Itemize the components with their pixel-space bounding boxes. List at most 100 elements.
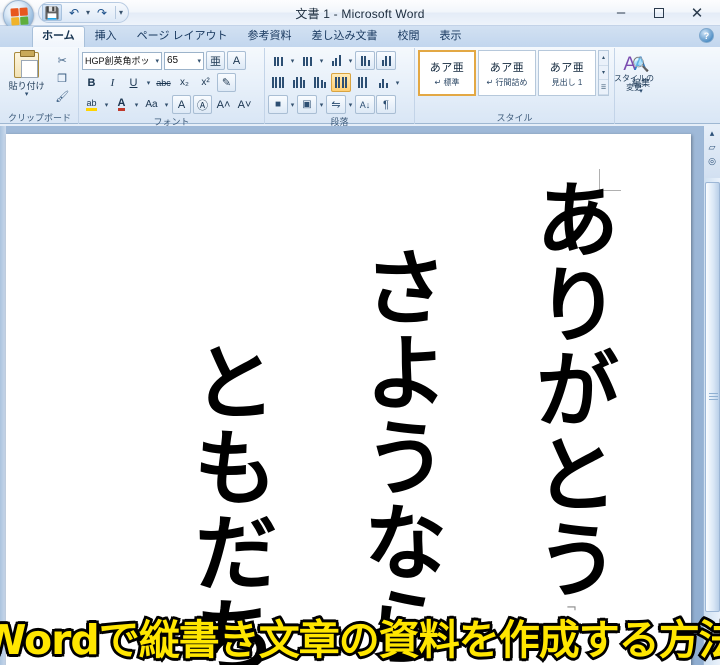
bullets-icon[interactable] bbox=[268, 51, 288, 70]
font-color-label: A bbox=[117, 96, 126, 111]
strikethrough-label: abc bbox=[156, 77, 171, 88]
document-page[interactable]: ありがとう¬ さようなら¬ ともだち¬ bbox=[6, 134, 691, 665]
style-name-heading1: 見出し 1 bbox=[551, 77, 583, 87]
shading-caret-icon[interactable]: ▾ bbox=[289, 101, 296, 109]
help-icon[interactable]: ? bbox=[699, 28, 714, 43]
tab-insert[interactable]: 挿入 bbox=[85, 26, 127, 47]
paste-icon bbox=[14, 50, 40, 78]
change-case-button[interactable]: Aa bbox=[142, 95, 161, 114]
change-case-caret-icon[interactable]: ▾ bbox=[163, 101, 170, 109]
paragraph-mark-1: ¬ bbox=[564, 601, 579, 616]
align-top-icon[interactable] bbox=[268, 73, 288, 92]
tab-page-layout[interactable]: ページ レイアウト bbox=[127, 26, 238, 47]
multilevel-list-icon[interactable] bbox=[326, 51, 346, 70]
text-direction-icon[interactable]: ⇋ bbox=[326, 95, 346, 114]
bold-button[interactable]: B bbox=[82, 73, 101, 92]
word-window: 💾 ↶ ▾ ↷ ▾ 文書 1 - Microsoft Word – ✕ ホーム … bbox=[0, 0, 720, 665]
style-item-normal[interactable]: あア亜 ↵ 標準 bbox=[418, 50, 476, 96]
caption-overlay: Wordで縦書き文章の資料を作成する方法 bbox=[0, 615, 720, 665]
multilevel-caret-icon[interactable]: ▾ bbox=[347, 57, 354, 65]
character-shading-icon[interactable]: ✎ bbox=[217, 73, 236, 92]
align-center-icon[interactable] bbox=[289, 73, 309, 92]
underline-caret-icon[interactable]: ▾ bbox=[145, 79, 152, 87]
ribbon-group-styles: あア亜 ↵ 標準 あア亜 ↵ 行間詰め あア亜 見出し 1 ▴ ▾ ☰ AA ス… bbox=[415, 48, 654, 124]
line-spacing-caret-icon[interactable]: ▾ bbox=[394, 79, 401, 87]
underline-label: U bbox=[129, 76, 138, 89]
text-direction-caret-icon[interactable]: ▾ bbox=[347, 101, 354, 109]
shading-icon[interactable]: ■ bbox=[268, 95, 288, 114]
align-bottom-icon[interactable] bbox=[310, 73, 330, 92]
editing-button[interactable]: 🔍 編集 ▾ bbox=[618, 50, 664, 95]
enclose-character-icon[interactable]: A bbox=[172, 95, 191, 114]
strikethrough-button[interactable]: abc bbox=[154, 73, 173, 92]
scrollbar-thumb[interactable] bbox=[705, 182, 720, 612]
font-row-1: HGP創英角ポッ ▾ 65 ▾ 亜 A bbox=[82, 50, 246, 71]
align-justify-icon[interactable] bbox=[331, 73, 351, 92]
font-color-caret-icon[interactable]: ▾ bbox=[133, 101, 140, 109]
borders-icon[interactable]: ▣ bbox=[297, 95, 317, 114]
paste-caret-icon[interactable]: ▾ bbox=[25, 91, 29, 98]
tab-home[interactable]: ホーム bbox=[32, 26, 85, 47]
font-name-combobox[interactable]: HGP創英角ポッ ▾ bbox=[82, 51, 162, 70]
tab-review[interactable]: 校閲 bbox=[388, 26, 430, 47]
distribute-icon[interactable] bbox=[352, 73, 372, 92]
close-button[interactable]: ✕ bbox=[678, 1, 716, 25]
vertical-text-1: ありがとう bbox=[522, 176, 620, 601]
grow-font-icon[interactable]: A˄ bbox=[214, 95, 233, 114]
circled-character-icon[interactable]: Ⓐ bbox=[193, 95, 212, 114]
vertical-text-column-1[interactable]: ありがとう¬ bbox=[522, 176, 620, 616]
style-preview-no-spacing: あア亜 bbox=[489, 61, 525, 74]
tab-mailings[interactable]: 差し込み文書 bbox=[302, 26, 388, 47]
superscript-label: x² bbox=[201, 77, 210, 88]
shrink-font-icon[interactable]: A˅ bbox=[235, 95, 254, 114]
vertical-scrollbar[interactable]: ▴ ▱ ◎ bbox=[703, 126, 720, 665]
paste-button[interactable]: 貼り付け ▾ bbox=[4, 50, 49, 104]
styles-scroll-up-icon[interactable]: ▴ bbox=[599, 51, 608, 66]
superscript-button[interactable]: x² bbox=[196, 73, 215, 92]
styles-more-icon[interactable]: ☰ bbox=[599, 80, 608, 96]
style-item-no-spacing[interactable]: あア亜 ↵ 行間詰め bbox=[478, 50, 536, 96]
styles-scroll-down-icon[interactable]: ▾ bbox=[599, 66, 608, 81]
bullets-caret-icon[interactable]: ▾ bbox=[289, 57, 296, 65]
numbering-caret-icon[interactable]: ▾ bbox=[318, 57, 325, 65]
paragraph-row-3: ■ ▾ ▣ ▾ ⇋ ▾ A↓ ¶ bbox=[268, 94, 396, 115]
tab-references[interactable]: 参考資料 bbox=[238, 26, 302, 47]
clear-formatting-icon[interactable]: A bbox=[227, 51, 246, 70]
line-spacing-icon[interactable] bbox=[373, 73, 393, 92]
tab-view[interactable]: 表示 bbox=[430, 26, 472, 47]
maximize-button[interactable] bbox=[640, 1, 678, 25]
bold-label: B bbox=[87, 76, 96, 89]
borders-caret-icon[interactable]: ▾ bbox=[318, 101, 325, 109]
increase-indent-icon[interactable] bbox=[376, 51, 396, 70]
highlight-caret-icon[interactable]: ▾ bbox=[103, 101, 110, 109]
subscript-button[interactable]: x₂ bbox=[175, 73, 194, 92]
select-browse-object-icon[interactable]: ◎ bbox=[708, 156, 716, 167]
minimize-button[interactable]: – bbox=[602, 1, 640, 25]
style-name-no-spacing: ↵ 行間詰め bbox=[486, 77, 528, 87]
title-bar: 💾 ↶ ▾ ↷ ▾ 文書 1 - Microsoft Word – ✕ bbox=[0, 0, 720, 31]
font-name-caret-icon[interactable]: ▾ bbox=[155, 57, 159, 65]
vertical-text-column-2[interactable]: さようなら¬ bbox=[350, 244, 448, 665]
numbering-icon[interactable] bbox=[297, 51, 317, 70]
styles-gallery-scrollbar[interactable]: ▴ ▾ ☰ bbox=[598, 50, 609, 96]
copy-icon[interactable]: ❐ bbox=[54, 71, 70, 86]
split-window-icon[interactable]: ▱ bbox=[709, 142, 716, 153]
font-size-combobox[interactable]: 65 ▾ bbox=[164, 51, 204, 70]
underline-button[interactable]: U bbox=[124, 73, 143, 92]
caption-text: Wordで縦書き文章の資料を作成する方法 bbox=[0, 615, 720, 665]
editing-group-label bbox=[618, 112, 664, 124]
editing-caret-icon[interactable]: ▾ bbox=[639, 88, 643, 95]
sort-icon[interactable]: A↓ bbox=[355, 95, 375, 114]
style-item-heading1[interactable]: あア亜 見出し 1 bbox=[538, 50, 596, 96]
format-painter-icon[interactable]: 🖌 bbox=[54, 89, 70, 104]
decrease-indent-icon[interactable] bbox=[355, 51, 375, 70]
scroll-up-icon[interactable]: ▴ bbox=[710, 128, 715, 139]
cut-icon[interactable]: ✂ bbox=[54, 53, 70, 68]
text-highlight-icon[interactable]: ab bbox=[82, 95, 101, 114]
font-size-caret-icon[interactable]: ▾ bbox=[197, 57, 201, 65]
italic-button[interactable]: I bbox=[103, 73, 122, 92]
window-controls: – ✕ bbox=[602, 0, 716, 26]
phonetic-guide-icon[interactable]: 亜 bbox=[206, 51, 225, 70]
show-formatting-marks-icon[interactable]: ¶ bbox=[376, 95, 396, 114]
font-color-icon[interactable]: A bbox=[112, 95, 131, 114]
